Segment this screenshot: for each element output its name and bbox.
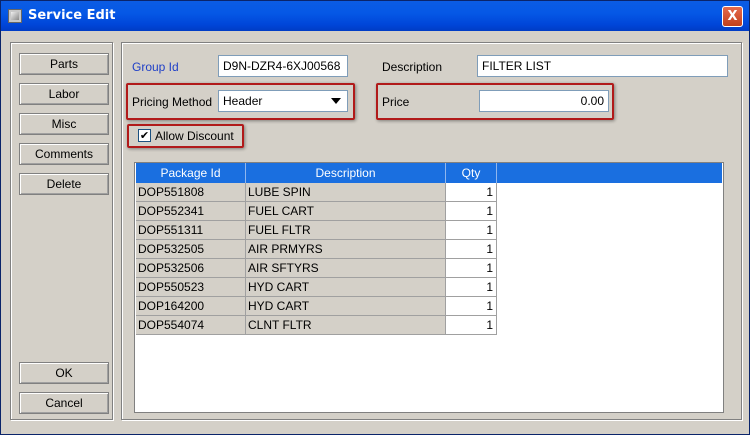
- action-button-panel: Parts Labor Misc Comments Delete OK Canc…: [10, 42, 113, 420]
- allow-discount-checkbox[interactable]: ✔: [138, 129, 151, 142]
- parts-button[interactable]: Parts: [19, 53, 109, 75]
- cancel-button[interactable]: Cancel: [19, 392, 109, 414]
- qty-cell[interactable]: 1: [446, 183, 497, 202]
- table-row[interactable]: DOP532505 AIR PRMYRS 1: [136, 240, 497, 259]
- description-cell: AIR SFTYRS: [246, 259, 446, 278]
- description-cell: CLNT FLTR: [246, 316, 446, 335]
- column-header-qty[interactable]: Qty: [446, 163, 497, 183]
- table-row[interactable]: DOP550523 HYD CART 1: [136, 278, 497, 297]
- description-label: Description: [382, 60, 443, 74]
- package-id-cell: DOP532506: [136, 259, 246, 278]
- pricing-method-select[interactable]: Header: [218, 90, 348, 112]
- price-label: Price: [382, 95, 410, 109]
- qty-cell[interactable]: 1: [446, 297, 497, 316]
- close-button[interactable]: X: [722, 6, 743, 27]
- qty-cell[interactable]: 1: [446, 278, 497, 297]
- allow-discount-label: Allow Discount: [155, 129, 234, 143]
- comments-button[interactable]: Comments: [19, 143, 109, 165]
- table-row[interactable]: DOP164200 HYD CART 1: [136, 297, 497, 316]
- delete-button[interactable]: Delete: [19, 173, 109, 195]
- pricing-method-label: Pricing Method: [132, 95, 213, 109]
- package-id-cell: DOP552341: [136, 202, 246, 221]
- title-bar[interactable]: Service Edit X: [1, 1, 749, 31]
- description-cell: HYD CART: [246, 278, 446, 297]
- column-header-package-id[interactable]: Package Id: [136, 163, 246, 183]
- table-row[interactable]: DOP551808 LUBE SPIN 1: [136, 183, 497, 202]
- qty-cell[interactable]: 1: [446, 316, 497, 335]
- group-id-field[interactable]: D9N-DZR4-6XJ00568: [218, 55, 348, 77]
- description-cell: LUBE SPIN: [246, 183, 446, 202]
- description-cell: HYD CART: [246, 297, 446, 316]
- qty-cell[interactable]: 1: [446, 259, 497, 278]
- description-cell: FUEL FLTR: [246, 221, 446, 240]
- service-edit-window: Service Edit X Parts Labor Misc Comments…: [0, 0, 750, 435]
- group-id-label: Group Id: [132, 60, 179, 74]
- description-cell: FUEL CART: [246, 202, 446, 221]
- misc-button[interactable]: Misc: [19, 113, 109, 135]
- table-row[interactable]: DOP551311 FUEL FLTR 1: [136, 221, 497, 240]
- package-id-cell: DOP164200: [136, 297, 246, 316]
- package-id-cell: DOP554074: [136, 316, 246, 335]
- qty-cell[interactable]: 1: [446, 221, 497, 240]
- qty-cell[interactable]: 1: [446, 240, 497, 259]
- ok-button[interactable]: OK: [19, 362, 109, 384]
- package-id-cell: DOP551808: [136, 183, 246, 202]
- table-header: Package Id Description Qty: [136, 163, 722, 183]
- description-field[interactable]: FILTER LIST: [477, 55, 728, 77]
- package-table: Package Id Description Qty DOP551808 LUB…: [134, 162, 724, 413]
- qty-cell[interactable]: 1: [446, 202, 497, 221]
- app-icon: [8, 9, 22, 23]
- table-row[interactable]: DOP552341 FUEL CART 1: [136, 202, 497, 221]
- pricing-method-value: Header: [223, 94, 263, 108]
- description-cell: AIR PRMYRS: [246, 240, 446, 259]
- table-row[interactable]: DOP554074 CLNT FLTR 1: [136, 316, 497, 335]
- package-id-cell: DOP550523: [136, 278, 246, 297]
- window-title: Service Edit: [28, 8, 116, 23]
- chevron-down-icon[interactable]: [331, 98, 341, 104]
- package-id-cell: DOP532505: [136, 240, 246, 259]
- labor-button[interactable]: Labor: [19, 83, 109, 105]
- price-field[interactable]: 0.00: [479, 90, 609, 112]
- column-header-description[interactable]: Description: [246, 163, 446, 183]
- package-id-cell: DOP551311: [136, 221, 246, 240]
- table-row[interactable]: DOP532506 AIR SFTYRS 1: [136, 259, 497, 278]
